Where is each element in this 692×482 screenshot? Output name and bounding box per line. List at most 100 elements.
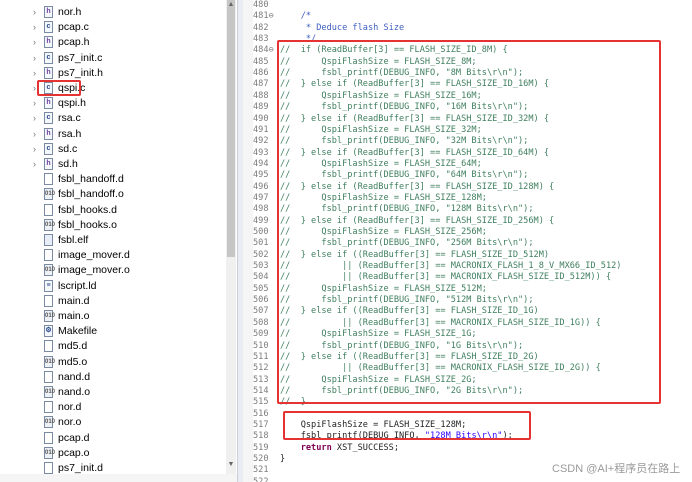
file-icon <box>44 431 53 444</box>
tree-item-label: fsbl.elf <box>58 234 89 246</box>
tree-item[interactable]: › c pcap.c <box>0 20 237 35</box>
chevron-right-icon[interactable]: › <box>33 98 41 108</box>
chevron-right-icon[interactable]: › <box>33 129 41 139</box>
chevron-right-icon[interactable]: › <box>33 144 41 154</box>
line-number: 493 <box>253 147 269 158</box>
tree-item[interactable]: ⚙ Makefile <box>0 324 237 339</box>
tree-item-label: fsbl_handoff.d <box>58 173 124 186</box>
tree-item[interactable]: 010 pcap.o <box>0 446 237 461</box>
chevron-right-icon[interactable]: › <box>33 113 41 123</box>
tree-item[interactable]: 010 fsbl_hooks.o <box>0 218 237 233</box>
file-icon: 010 <box>44 386 55 398</box>
tree-item[interactable]: fsbl_hooks.d <box>0 203 237 218</box>
file-icon: h <box>44 97 53 110</box>
explorer-scrollbar-thumb[interactable] <box>227 0 235 257</box>
new-code-highlight-box <box>283 411 531 440</box>
tree-item-label: ps7_init.c <box>58 51 103 64</box>
tree-item[interactable]: › c sd.c <box>0 142 237 157</box>
tree-item[interactable]: › c rsa.c <box>0 111 237 126</box>
tree-item[interactable]: › h rsa.h <box>0 127 237 142</box>
tree-item-label: md5.d <box>58 340 88 353</box>
file-icon: h <box>44 6 53 18</box>
code-token: return <box>300 442 332 453</box>
line-number: 506 <box>253 295 269 306</box>
code-line[interactable]: 480 <box>243 0 692 11</box>
tree-item[interactable]: 010 md5.o <box>0 355 237 370</box>
line-number: 486 <box>253 68 269 79</box>
line-number: 510 <box>253 340 269 351</box>
line-number: 495 <box>253 170 269 181</box>
chevron-right-icon[interactable]: › <box>33 68 41 78</box>
tree-item[interactable]: 010 main.o <box>0 309 237 324</box>
chevron-right-icon[interactable]: › <box>33 37 41 47</box>
file-icon: 010 <box>44 446 55 459</box>
tree-item[interactable]: image_mover.d <box>0 248 237 263</box>
tree-item-label: rsa.h <box>58 127 82 140</box>
file-icon: h <box>44 66 53 79</box>
tree-item[interactable]: ≡ lscript.ld <box>0 279 237 294</box>
tree-item-label: rsa.c <box>58 112 81 125</box>
code-text: return XST_SUCCESS; <box>280 443 399 454</box>
tree-item[interactable]: › h ps7_init.h <box>0 66 237 81</box>
code-text: } <box>280 454 285 465</box>
tree-item[interactable]: 010 image_mover.o <box>0 263 237 278</box>
tree-item[interactable]: nor.d <box>0 400 237 415</box>
line-number: 491 <box>253 124 269 135</box>
tree-item-label: main.o <box>58 310 90 322</box>
code-token: XST_SUCCESS; <box>331 442 400 453</box>
code-line[interactable]: 481⊖ /* <box>243 11 692 22</box>
line-number: 501 <box>253 238 269 249</box>
tree-item-label: Makefile <box>58 325 98 338</box>
scroll-up-arrow-icon[interactable]: ▲ <box>226 0 236 10</box>
file-icon: h <box>44 158 53 170</box>
tree-item-label: pcap.o <box>58 446 90 459</box>
line-number: 518 <box>253 431 269 442</box>
line-number: 496 <box>253 181 269 192</box>
file-icon <box>44 370 53 383</box>
tree-item[interactable]: fsbl_handoff.d <box>0 172 237 187</box>
chevron-right-icon[interactable]: › <box>33 22 41 32</box>
scroll-down-arrow-icon[interactable]: ▼ <box>226 460 236 470</box>
tree-item-label: qspi.h <box>58 97 87 110</box>
code-line[interactable]: 522 <box>243 477 692 482</box>
tree-item[interactable]: fsbl.elf <box>0 233 237 248</box>
file-icon: ≡ <box>44 279 53 292</box>
tree-item[interactable]: md5.d <box>0 339 237 354</box>
tree-item[interactable]: main.d <box>0 294 237 309</box>
tree-item[interactable]: › h qspi.h <box>0 96 237 111</box>
file-icon: 010 <box>44 264 55 277</box>
file-icon <box>44 340 53 353</box>
line-number: 489 <box>253 102 269 113</box>
line-number: 490 <box>253 113 269 124</box>
line-number: 520 <box>253 454 269 464</box>
tree-item-label: nor.h <box>58 6 82 18</box>
tree-item[interactable]: 010 nor.o <box>0 415 237 430</box>
tree-item-label: md5.o <box>58 355 88 368</box>
tree-item[interactable]: nand.d <box>0 370 237 385</box>
tree-item-label: nand.o <box>58 386 91 398</box>
chevron-right-icon[interactable]: › <box>33 53 41 63</box>
file-icon: c <box>44 21 53 34</box>
chevron-right-icon[interactable]: › <box>33 7 41 17</box>
tree-item-label: sd.c <box>58 142 78 155</box>
explorer-horizontal-scrollbar[interactable] <box>0 474 237 482</box>
line-number: 484⊖ <box>253 45 274 56</box>
tree-item-label: nand.d <box>58 370 91 383</box>
tree-item[interactable]: › c qspi.c <box>0 81 237 96</box>
tree-item[interactable]: › h nor.h <box>0 5 237 20</box>
tree-item-label: sd.h <box>58 158 78 170</box>
tree-item[interactable]: 010 nand.o <box>0 385 237 400</box>
file-icon: c <box>44 112 53 125</box>
tree-item[interactable]: 010 fsbl_handoff.o <box>0 187 237 202</box>
file-icon <box>44 203 53 216</box>
tree-item[interactable]: › h pcap.h <box>0 35 237 50</box>
tree-item[interactable]: pcap.d <box>0 431 237 446</box>
code-line[interactable]: 482 * Deduce flash Size <box>243 23 692 34</box>
tree-item[interactable]: › h sd.h <box>0 157 237 172</box>
line-number: 483 <box>253 34 269 45</box>
code-line[interactable]: 519 return XST_SUCCESS; <box>243 443 692 454</box>
tree-item[interactable]: › c ps7_init.c <box>0 51 237 66</box>
file-icon <box>44 234 53 246</box>
file-icon: h <box>44 127 53 140</box>
chevron-right-icon[interactable]: › <box>33 159 41 169</box>
